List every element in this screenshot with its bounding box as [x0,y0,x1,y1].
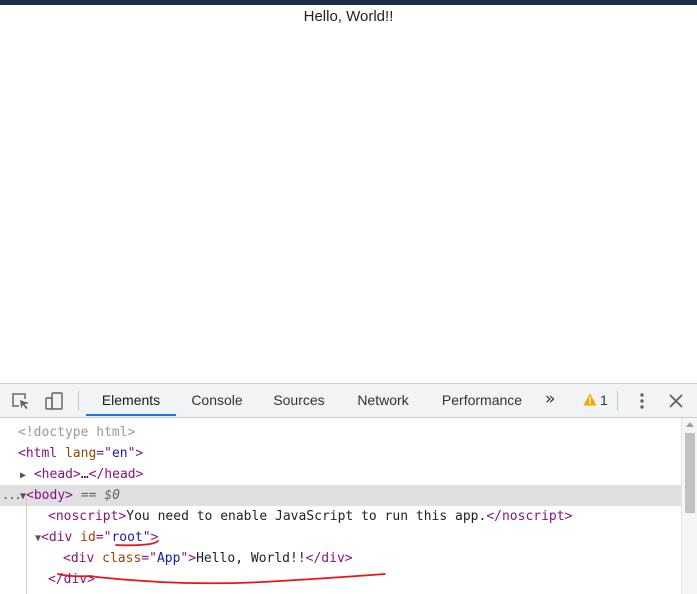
warning-count[interactable]: 1 [600,384,608,417]
tab-console[interactable]: Console [180,384,254,417]
tab-sources[interactable]: Sources [262,384,336,417]
page-viewport: Hello, World!! [0,5,697,383]
tab-network[interactable]: Network [344,384,422,417]
html-open-tag: <html [18,446,58,461]
attr-close: "> [127,446,144,461]
attr-equals: =" [96,446,112,461]
dom-node-div-root-close[interactable]: </div> [0,569,681,590]
dom-node-body-selected[interactable]: ... ▼<body> == $0 [0,485,681,506]
dom-node-html[interactable]: <html lang="en"> [0,443,681,464]
active-tab-indicator [86,414,176,416]
selected-node-marker: == $0 [80,488,120,503]
dom-node-head[interactable]: ▶ <head>…</head> [0,464,681,485]
elements-tree: <!doctype html> <html lang="en"> ▶ <head… [0,418,681,594]
noscript-close-tag: </noscript> [486,509,573,524]
dom-node-div-app[interactable]: <div class="App">Hello, World!!</div> [0,548,681,569]
more-tabs-button[interactable]: » [545,384,555,417]
node-actions-ellipsis[interactable]: ... [2,485,22,506]
head-open-tag: <head> [33,467,81,482]
attr-close: "> [180,551,197,566]
dom-node-doctype[interactable]: <!doctype html> [0,422,681,443]
inspect-element-icon[interactable] [10,390,32,412]
body-open-tag: <body> [26,488,73,503]
device-toolbar-icon[interactable] [43,390,65,412]
expand-triangle-icon[interactable]: ▶ [20,470,26,481]
scroll-thumb[interactable] [685,433,695,513]
attr-equals: =" [141,551,157,566]
div-root-id-attr: id [80,530,96,545]
noscript-open-tag: <noscript> [48,509,127,524]
dom-node-div-root[interactable]: ▼<div id="root"> [0,527,681,548]
div-app-open-tag: <div [63,551,95,566]
doctype-text: <!doctype html> [18,425,136,440]
warning-icon[interactable] [583,393,597,406]
attr-equals: =" [95,530,112,545]
devtools-toolbar: Elements Console Sources Network Perform… [0,384,697,418]
dom-node-noscript[interactable]: <noscript>You need to enable JavaScript … [0,506,681,527]
head-collapsed-ellipsis: … [80,467,89,482]
elements-scrollbar[interactable] [681,418,697,594]
toolbar-divider [78,391,79,411]
div-root-close-tag: </div> [48,572,95,587]
div-app-text: Hello, World!! [196,551,306,566]
html-lang-value: en [111,446,128,461]
close-icon[interactable] [667,391,685,411]
page-content-text: Hello, World!! [303,8,394,25]
div-app-close-tag: </div> [305,551,353,566]
tab-elements[interactable]: Elements [86,384,176,417]
head-close-tag: </head> [88,467,144,482]
kebab-menu-icon[interactable] [633,391,651,411]
div-app-class-attr: class [102,551,142,566]
div-app-class-value: App [156,551,181,566]
div-root-open-tag: <div [41,530,73,545]
html-lang-attr: lang [64,446,97,461]
noscript-text: You need to enable JavaScript to run thi… [126,509,487,524]
div-root-id-value: root [111,530,143,545]
indent-guide [26,498,27,594]
attr-close: "> [142,530,159,545]
tab-performance[interactable]: Performance [432,384,532,417]
scroll-up-arrow-icon[interactable] [686,422,694,427]
devtools-panel: Elements Console Sources Network Perform… [0,383,697,594]
toolbar-divider [617,391,618,411]
